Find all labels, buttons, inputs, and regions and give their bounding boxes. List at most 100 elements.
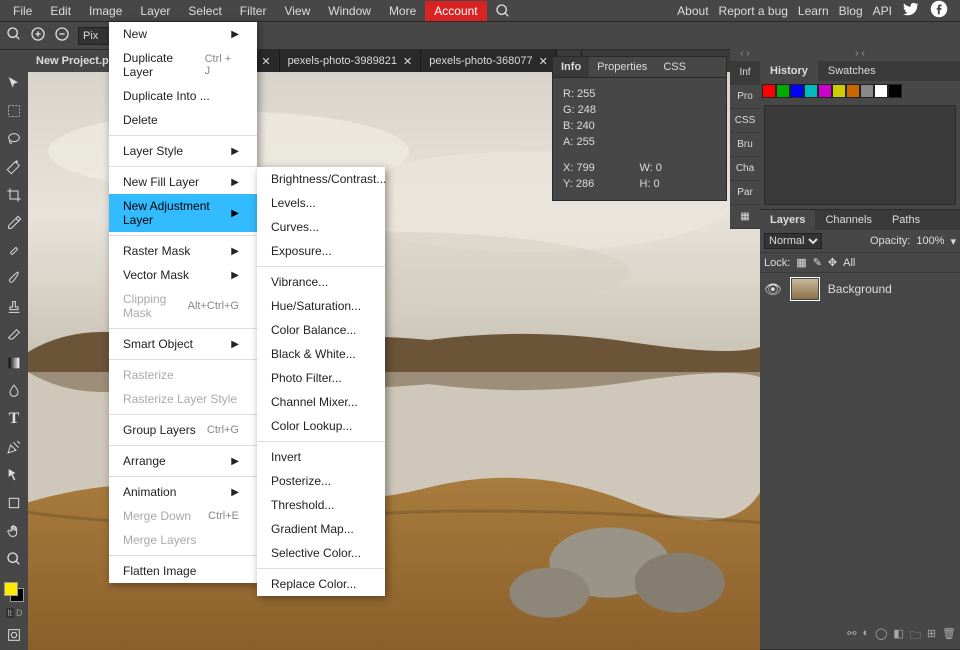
dock-tab-par[interactable]: Par (730, 181, 760, 205)
link-learn[interactable]: Learn (798, 4, 829, 18)
facebook-icon[interactable] (930, 0, 948, 21)
swatch[interactable] (832, 84, 846, 98)
crop-tool[interactable] (3, 184, 25, 206)
shape-tool[interactable] (3, 492, 25, 514)
menu-item[interactable]: New Fill Layer▶ (109, 170, 257, 194)
menu-item[interactable]: Group LayersCtrl+G (109, 418, 257, 442)
menu-view[interactable]: View (275, 1, 319, 21)
menu-item[interactable]: Layer Style▶ (109, 139, 257, 163)
lock-all[interactable]: All (843, 257, 855, 269)
menu-window[interactable]: Window (319, 1, 380, 21)
tab-info[interactable]: Info (553, 57, 589, 77)
menu-item[interactable]: Vector Mask▶ (109, 263, 257, 287)
tab-css[interactable]: CSS (655, 57, 694, 77)
history-list[interactable] (764, 105, 956, 205)
mask-icon[interactable]: ◯ (875, 627, 887, 646)
swatch[interactable] (762, 84, 776, 98)
menu-item[interactable]: Duplicate LayerCtrl + J (109, 46, 257, 84)
menu-item[interactable]: Photo Filter... (257, 366, 385, 390)
wand-tool[interactable] (3, 156, 25, 178)
menu-item[interactable]: Duplicate Into ... (109, 84, 257, 108)
menu-item[interactable]: Selective Color... (257, 541, 385, 565)
menu-item[interactable]: Arrange▶ (109, 449, 257, 473)
menu-item[interactable]: Brightness/Contrast... (257, 167, 385, 191)
swatch[interactable] (846, 84, 860, 98)
link-report-bug[interactable]: Report a bug (719, 4, 788, 18)
brush-tool[interactable] (3, 268, 25, 290)
path-tool[interactable] (3, 464, 25, 486)
swatch[interactable] (818, 84, 832, 98)
zoom-tool[interactable] (3, 548, 25, 570)
zoom-icon[interactable] (6, 26, 22, 45)
lock-transparent-icon[interactable]: ▦ (796, 256, 806, 269)
tab-2[interactable]: pexels-photo-3989821✕ (280, 50, 422, 72)
eyedropper-tool[interactable] (3, 212, 25, 234)
blur-tool[interactable] (3, 380, 25, 402)
layer-item[interactable]: 👁 Background (760, 273, 960, 305)
menu-item[interactable]: Color Lookup... (257, 414, 385, 438)
zoom-out-icon[interactable] (54, 26, 70, 45)
menu-item[interactable]: New▶ (109, 22, 257, 46)
menu-item[interactable]: Vibrance... (257, 270, 385, 294)
menu-item[interactable]: Animation▶ (109, 480, 257, 504)
menu-item[interactable]: Raster Mask▶ (109, 239, 257, 263)
menu-layer[interactable]: Layer (131, 1, 179, 21)
eraser-tool[interactable] (3, 324, 25, 346)
link-about[interactable]: About (677, 4, 708, 18)
link-api[interactable]: API (873, 4, 892, 18)
menu-select[interactable]: Select (179, 1, 230, 21)
color-swatches[interactable] (4, 582, 24, 602)
opacity-flyout-icon[interactable]: ▾ (950, 235, 956, 248)
tab-paths[interactable]: Paths (882, 210, 930, 230)
menu-item[interactable]: Invert (257, 445, 385, 469)
tab-3[interactable]: pexels-photo-368077✕ (421, 50, 557, 72)
menu-item[interactable]: Exposure... (257, 239, 385, 263)
menu-edit[interactable]: Edit (41, 1, 80, 21)
menu-item[interactable]: Hue/Saturation... (257, 294, 385, 318)
stamp-tool[interactable] (3, 296, 25, 318)
hand-tool[interactable] (3, 520, 25, 542)
dock-tab-bru[interactable]: Bru (730, 133, 760, 157)
dock-tab-pro[interactable]: Pro (730, 85, 760, 109)
menu-item[interactable]: Color Balance... (257, 318, 385, 342)
swatch[interactable] (888, 84, 902, 98)
menu-item[interactable]: New Adjustment Layer▶ (109, 194, 257, 232)
menu-item[interactable]: Gradient Map... (257, 517, 385, 541)
menu-item[interactable]: Delete (109, 108, 257, 132)
marquee-tool[interactable] (3, 100, 25, 122)
new-layer-icon[interactable]: ⊞ (927, 627, 936, 646)
layer-thumbnail[interactable] (790, 277, 820, 301)
menu-item[interactable]: Flatten Image (109, 559, 257, 583)
dock-tab-css[interactable]: CSS (730, 109, 760, 133)
dock-tab-cha[interactable]: Cha (730, 157, 760, 181)
zoom-in-icon[interactable] (30, 26, 46, 45)
swatch[interactable] (804, 84, 818, 98)
swatch[interactable] (860, 84, 874, 98)
close-icon[interactable]: ✕ (403, 55, 412, 68)
menu-item[interactable]: Black & White... (257, 342, 385, 366)
text-tool[interactable]: T (3, 408, 25, 430)
menu-item[interactable]: Replace Color... (257, 572, 385, 596)
dock-expand-icon[interactable]: ‹ › (730, 46, 760, 61)
swatch[interactable] (790, 84, 804, 98)
menu-image[interactable]: Image (80, 1, 131, 21)
close-icon[interactable]: ✕ (261, 55, 270, 68)
lasso-tool[interactable] (3, 128, 25, 150)
dock-tab-extra[interactable]: ▦ (730, 205, 760, 229)
twitter-icon[interactable] (902, 0, 920, 21)
close-icon[interactable]: ✕ (539, 55, 548, 68)
menu-item[interactable]: Levels... (257, 191, 385, 215)
menu-item[interactable]: Posterize... (257, 469, 385, 493)
visibility-icon[interactable]: 👁 (764, 281, 782, 298)
lock-position-icon[interactable]: ✥ (828, 256, 837, 269)
link-layers-icon[interactable]: ⚯ (847, 627, 856, 646)
fx-icon[interactable]: ◐ (862, 627, 869, 646)
menu-filter[interactable]: Filter (231, 1, 276, 21)
tab-channels[interactable]: Channels (815, 210, 881, 230)
lock-pixels-icon[interactable]: ✎ (813, 256, 822, 269)
folder-icon[interactable]: 🗀 (910, 627, 921, 646)
search-icon[interactable] (495, 3, 511, 19)
menu-file[interactable]: File (4, 1, 41, 21)
dock-tab-inf[interactable]: Inf (730, 61, 760, 85)
tab-history[interactable]: History (760, 61, 818, 81)
